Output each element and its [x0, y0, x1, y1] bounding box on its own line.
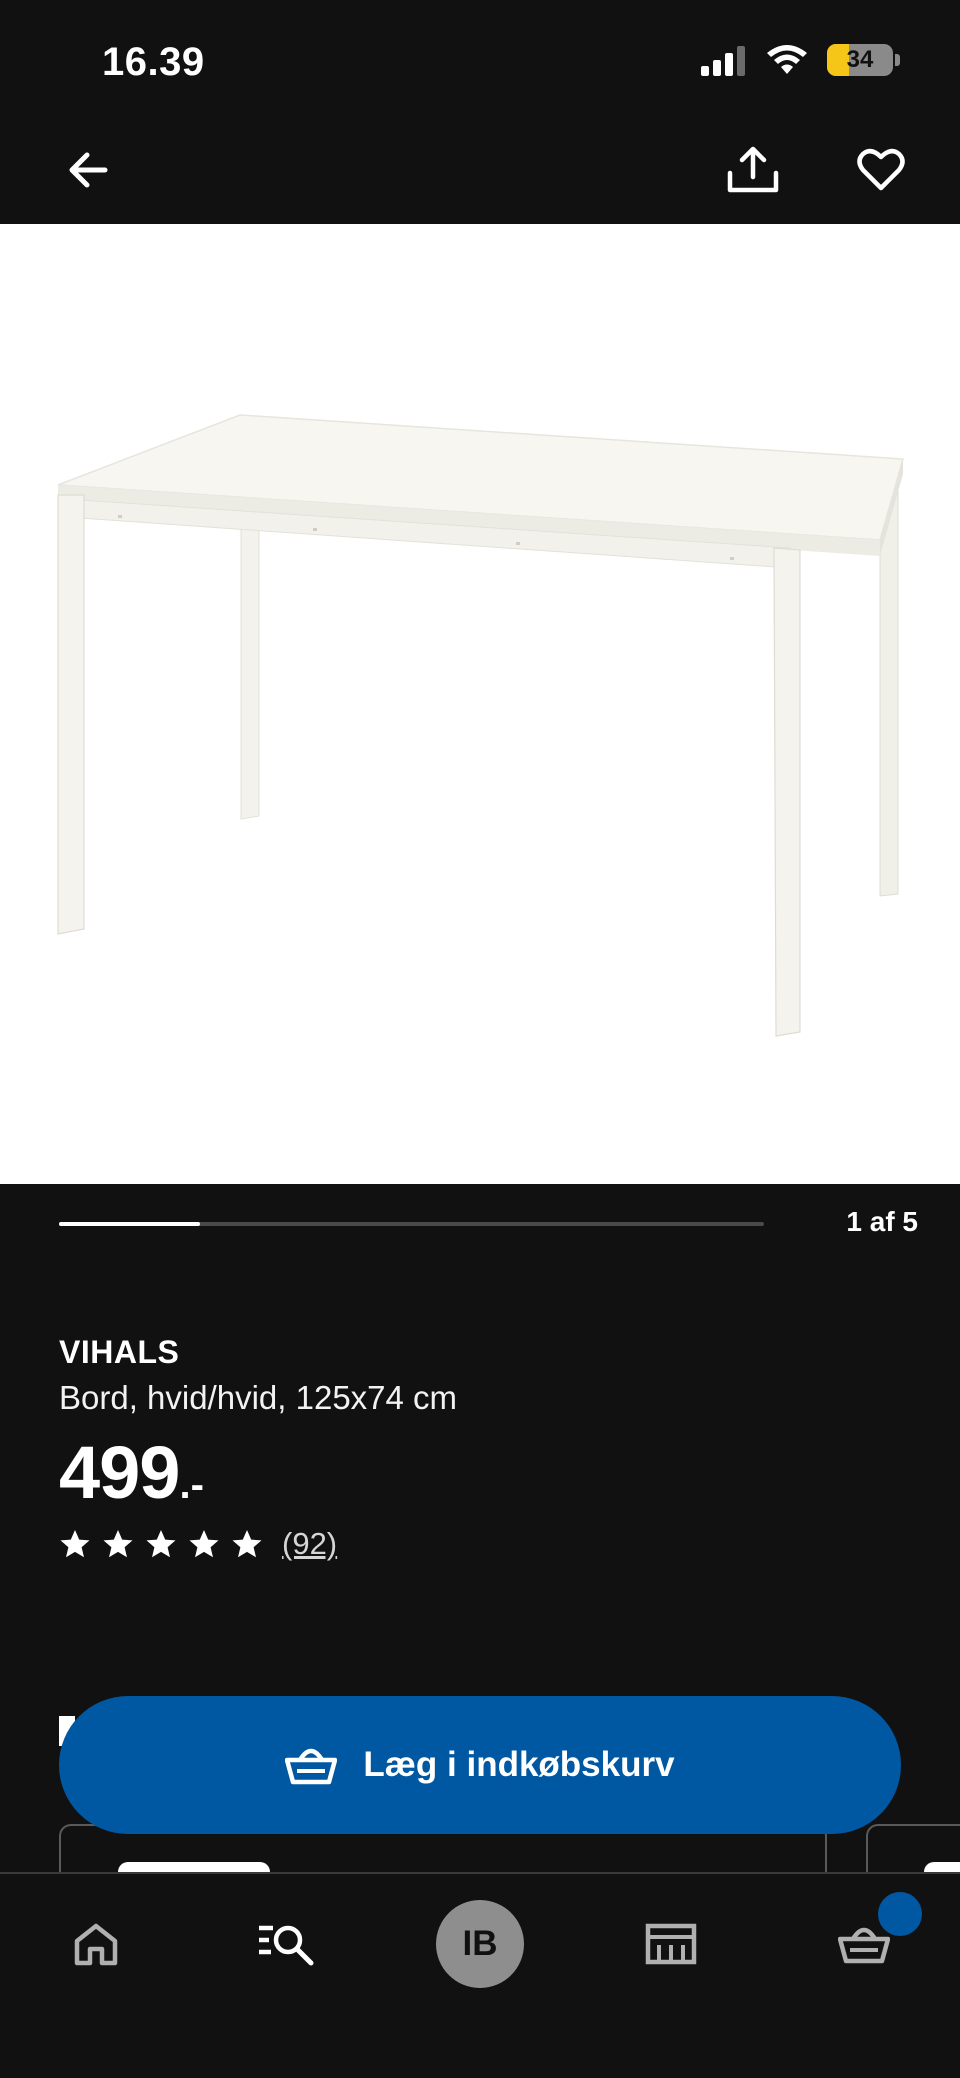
tab-store[interactable] — [621, 1894, 721, 1994]
store-icon — [645, 1923, 697, 1965]
share-icon — [727, 146, 779, 193]
status-bar: 16.39 34 — [0, 0, 960, 130]
home-icon — [74, 1923, 118, 1966]
signal-icon — [701, 46, 745, 76]
star-icon — [232, 1530, 262, 1558]
star-icon — [189, 1530, 219, 1558]
star-icon — [146, 1530, 176, 1558]
table-product-image — [57, 414, 904, 1037]
top-nav — [0, 130, 960, 224]
price-suffix: .- — [179, 1463, 204, 1507]
tab-search[interactable] — [236, 1894, 336, 1994]
tab-home[interactable] — [46, 1894, 146, 1994]
battery-icon: 34 — [827, 44, 893, 76]
star-icon — [103, 1530, 133, 1558]
avatar: IB — [436, 1900, 524, 1988]
product-name: VIHALS — [59, 1334, 180, 1370]
price-amount: 499 — [59, 1431, 180, 1514]
add-to-cart-label: Læg i indkøbskurv — [363, 1745, 675, 1784]
back-button[interactable] — [48, 130, 128, 210]
star-icon — [60, 1530, 90, 1558]
basket-icon — [285, 1748, 338, 1785]
heart-icon — [857, 148, 905, 191]
status-icons: 34 — [699, 44, 900, 76]
wifi-icon — [767, 45, 807, 74]
status-time: 16.39 — [102, 40, 205, 84]
tab-profile[interactable]: IB — [430, 1894, 530, 1994]
tab-bar: IB — [0, 1872, 960, 2078]
avatar-initials: IB — [462, 1924, 498, 1963]
search-list-icon — [259, 1925, 314, 1966]
cart-badge — [878, 1892, 922, 1936]
favorite-button[interactable] — [841, 130, 921, 210]
product-price: 499 .- — [59, 1430, 204, 1515]
battery-tip — [895, 54, 900, 66]
tab-cart[interactable] — [814, 1892, 922, 1994]
back-arrow-icon — [69, 152, 108, 188]
review-count[interactable]: (92) — [282, 1526, 337, 1562]
rating[interactable]: (92) — [59, 1526, 337, 1562]
gallery-progress — [59, 1222, 764, 1226]
gallery-counter: 1 af 5 — [846, 1206, 918, 1237]
product-image[interactable] — [0, 224, 960, 1184]
battery-level: 34 — [846, 46, 874, 73]
gallery-progress-fill — [59, 1222, 200, 1226]
share-button[interactable] — [713, 130, 793, 210]
basket-icon — [838, 1927, 890, 1964]
product-description: Bord, hvid/hvid, 125x74 cm — [59, 1379, 458, 1416]
add-to-cart-button[interactable]: Læg i indkøbskurv — [59, 1696, 901, 1834]
